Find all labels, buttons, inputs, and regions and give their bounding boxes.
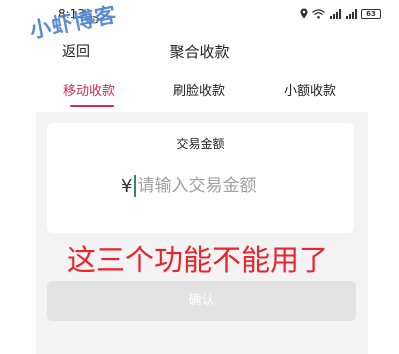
tab-small-payment[interactable]: 小额收款: [284, 80, 336, 99]
tab-mobile-payment[interactable]: 移动收款: [63, 80, 115, 99]
tab-bar: 移动收款 刷脸收款 小额收款: [0, 66, 399, 110]
header: 返回 聚合收款: [0, 30, 399, 66]
wifi-icon: [312, 8, 325, 19]
amount-row: ¥: [121, 175, 288, 197]
status-icons: 63: [300, 8, 381, 19]
location-icon: [300, 8, 308, 19]
currency-symbol: ¥: [121, 175, 133, 197]
page-title: 聚合收款: [169, 43, 230, 61]
annotation-text: 这三个功能不能用了: [67, 243, 329, 277]
tab-face-payment[interactable]: 刷脸收款: [173, 80, 225, 99]
signal-icon-2: [345, 8, 357, 19]
battery-icon: 63: [361, 8, 381, 19]
confirm-button[interactable]: 确认: [47, 281, 356, 321]
amount-input[interactable]: [137, 176, 288, 196]
active-tab-indicator: [70, 105, 114, 107]
signal-icon-1: [329, 8, 341, 19]
text-cursor: [134, 175, 137, 197]
amount-card: 交易金额 ¥: [47, 123, 354, 233]
amount-card-title: 交易金额: [176, 137, 225, 151]
